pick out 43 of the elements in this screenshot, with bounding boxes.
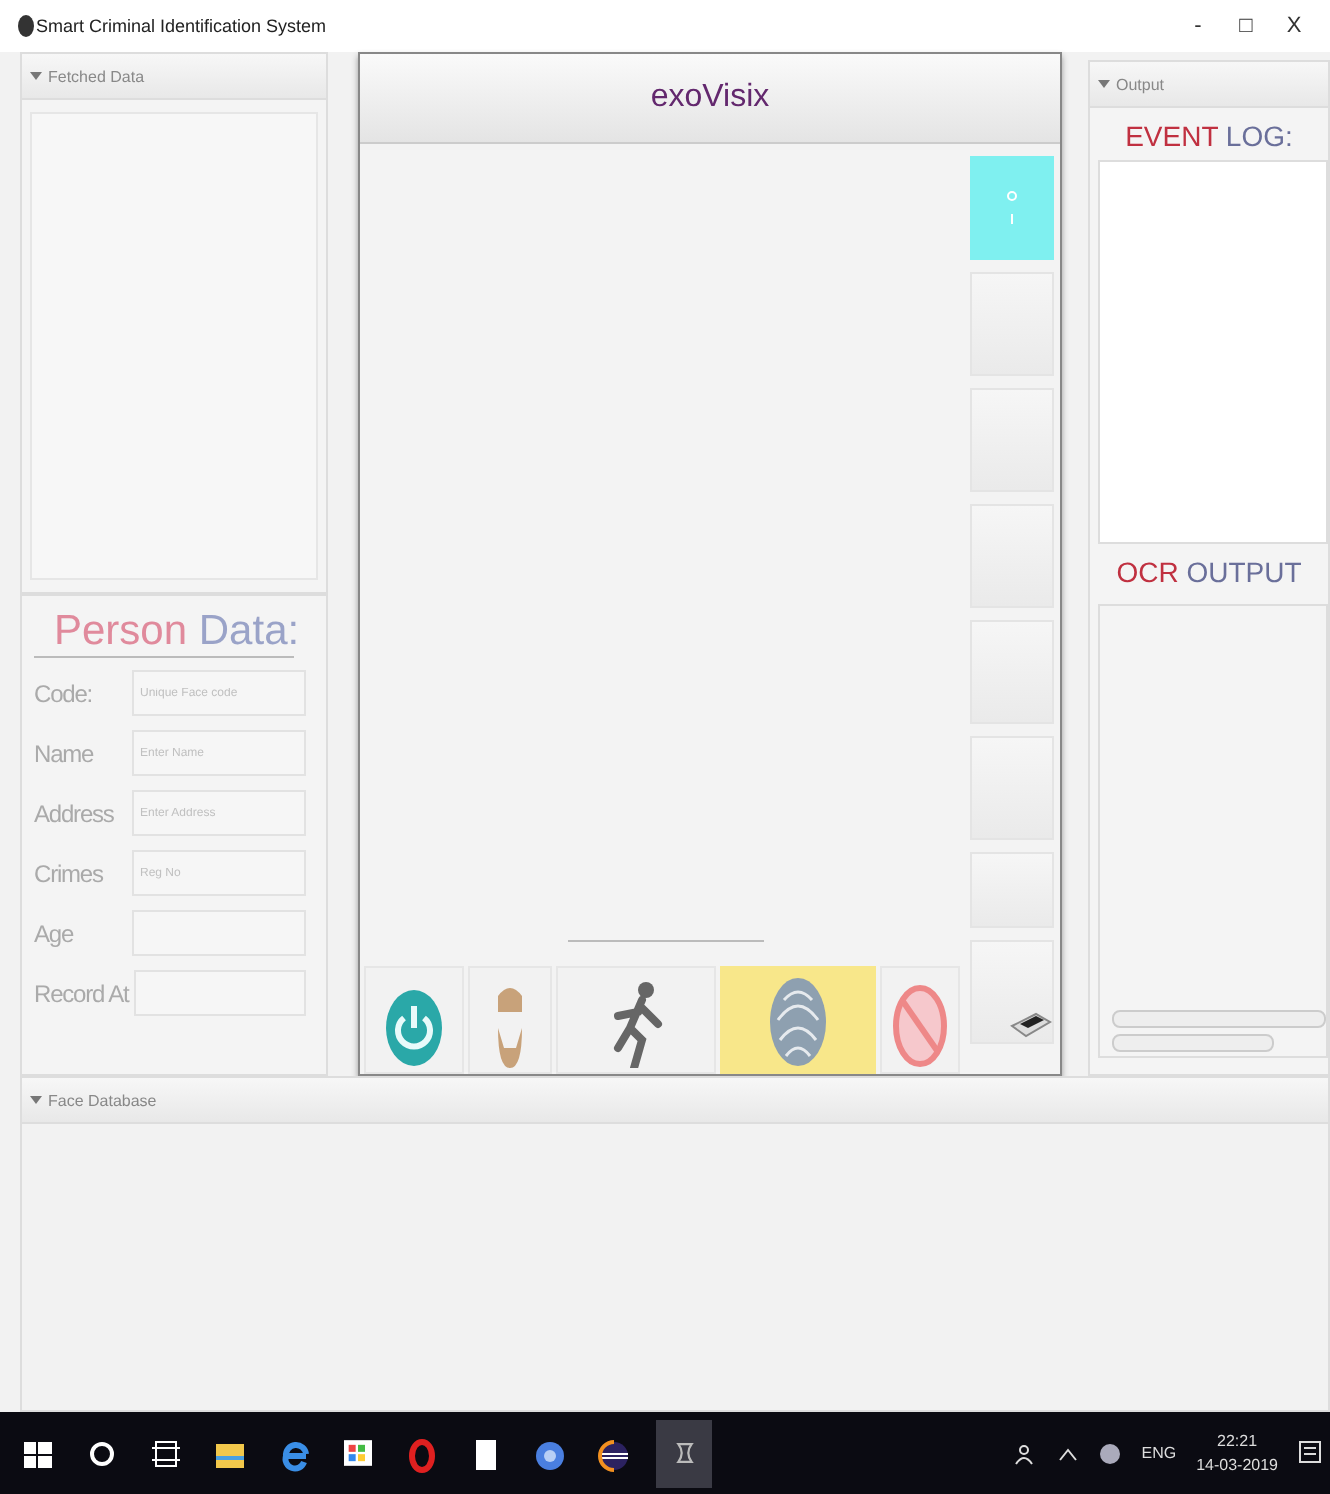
- fingerprint-icon: [768, 976, 828, 1068]
- expand-arrow-icon[interactable]: [1098, 80, 1110, 88]
- power-icon: [384, 988, 444, 1068]
- toggle-icon: [1006, 188, 1018, 228]
- panel-title: Face Database: [48, 1091, 157, 1109]
- tool-button[interactable]: [364, 966, 464, 1074]
- bearded-face-icon: [492, 984, 528, 1068]
- clock-date: 14-03-2019: [1196, 1456, 1278, 1474]
- ocr-output-heading: OCR OUTPUT: [1114, 554, 1304, 592]
- app-logo: exoVisix: [650, 80, 770, 116]
- field-label: Address: [34, 799, 116, 827]
- field-label: Age: [34, 919, 76, 947]
- chevron-up-icon[interactable]: [1057, 1445, 1078, 1461]
- tool-button[interactable]: [556, 966, 716, 1074]
- tool-button[interactable]: [720, 966, 876, 1074]
- tool-button[interactable]: [880, 966, 960, 1074]
- expand-arrow-icon[interactable]: [30, 72, 42, 80]
- side-button[interactable]: [970, 940, 1054, 1044]
- scrollbar[interactable]: [1112, 1034, 1275, 1052]
- maximize-button[interactable]: □: [1222, 14, 1270, 38]
- language-indicator[interactable]: ENG: [1141, 1444, 1177, 1462]
- notification-icon[interactable]: [1298, 1439, 1322, 1467]
- field-label: Code:: [34, 679, 95, 707]
- event-log-heading: EVENT LOG:: [1123, 118, 1295, 156]
- window-title: Smart Criminal Identification System: [36, 16, 329, 36]
- people-icon[interactable]: [1013, 1441, 1038, 1465]
- scrollbar[interactable]: [1112, 1010, 1326, 1028]
- panel-title: Output: [1116, 75, 1165, 93]
- app-icon: [16, 14, 36, 38]
- tool-button[interactable]: [468, 966, 552, 1074]
- field-label: Name: [34, 739, 96, 767]
- field-label: Crimes: [34, 859, 105, 887]
- forbidden-icon: [892, 984, 948, 1068]
- clock-time: 22:21: [1217, 1432, 1258, 1450]
- panel-title: Fetched Data: [48, 67, 145, 85]
- network-icon[interactable]: [1097, 1441, 1122, 1465]
- taskbar-app[interactable]: [656, 1419, 712, 1487]
- minimize-button[interactable]: -: [1174, 14, 1222, 38]
- close-button[interactable]: X: [1270, 14, 1318, 38]
- person-data-heading: Person Data:: [34, 608, 294, 658]
- expand-arrow-icon[interactable]: [30, 1096, 42, 1104]
- field-label: Record At: [34, 979, 129, 1007]
- shopping-bag-icon: [344, 1440, 372, 1466]
